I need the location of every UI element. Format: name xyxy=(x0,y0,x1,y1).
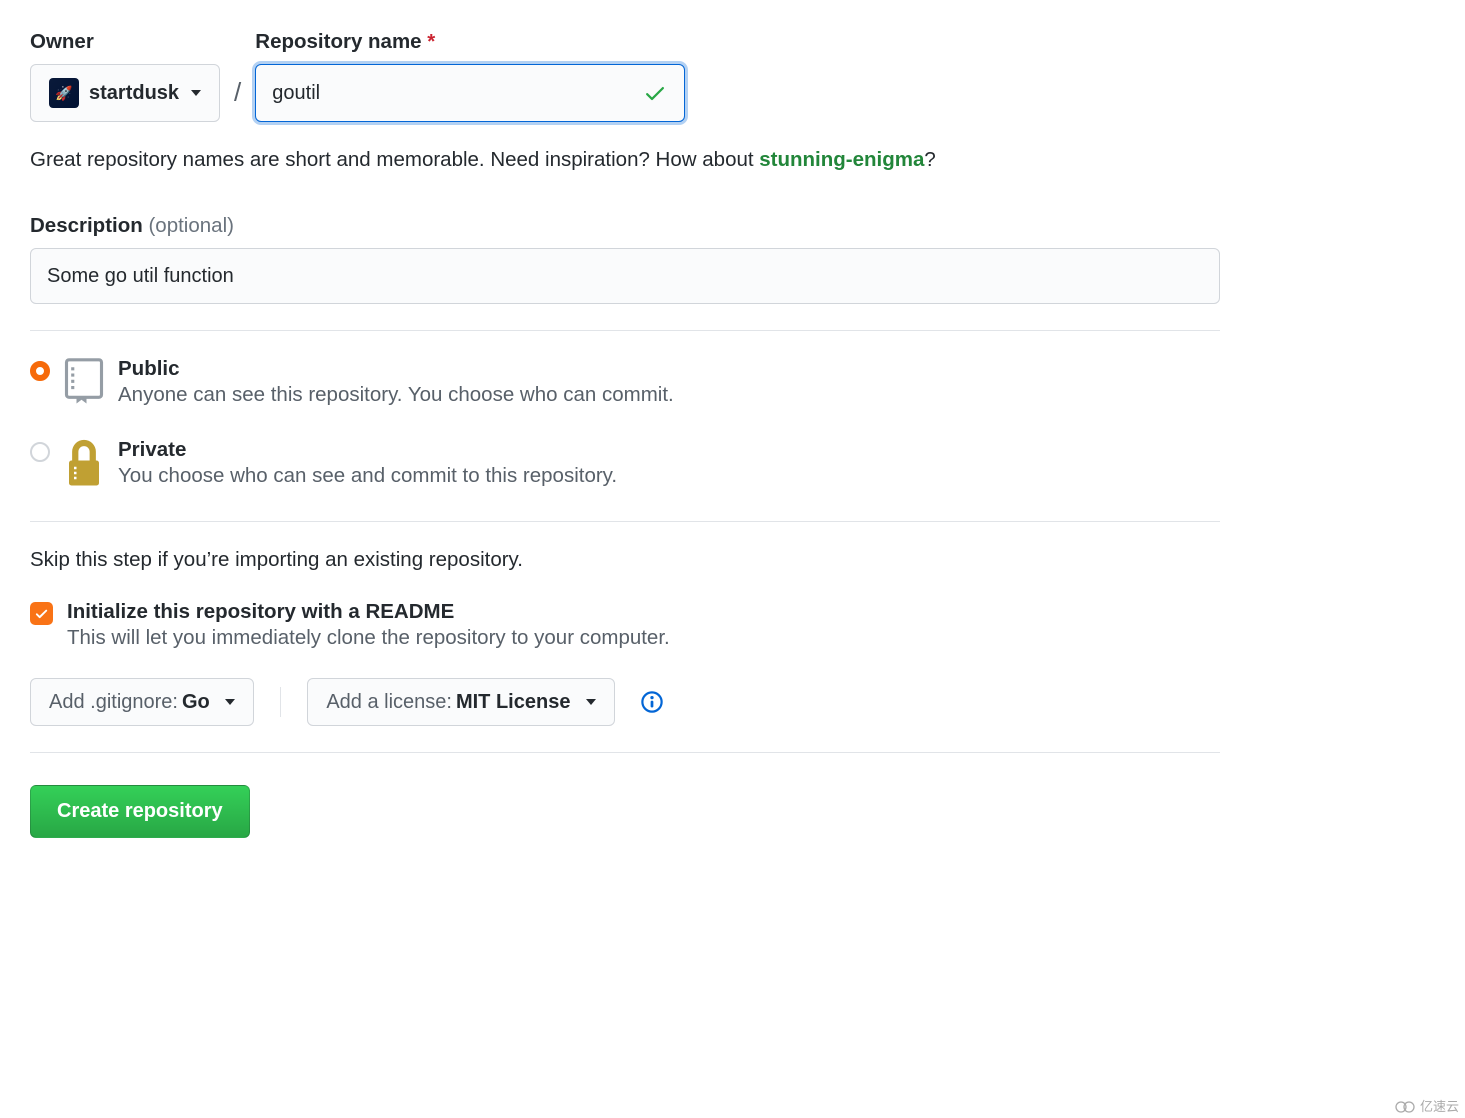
divider xyxy=(30,521,1220,522)
repo-name-label: Repository name * xyxy=(255,30,685,54)
visibility-public-option[interactable]: Public Anyone can see this repository. Y… xyxy=(30,357,1435,410)
divider xyxy=(30,330,1220,331)
init-readme-option[interactable]: Initialize this repository with a README… xyxy=(30,600,1435,650)
name-valid-check-icon xyxy=(643,81,667,105)
owner-avatar xyxy=(49,78,79,108)
readme-title: Initialize this repository with a README xyxy=(67,600,670,624)
repo-private-lock-icon xyxy=(64,438,104,493)
private-title: Private xyxy=(118,438,617,462)
private-desc: You choose who can see and commit to thi… xyxy=(118,464,617,488)
path-separator: / xyxy=(230,77,245,122)
readme-checkbox[interactable] xyxy=(30,602,53,625)
name-suggestion-link[interactable]: stunning-enigma xyxy=(759,148,924,171)
watermark: 亿速云 xyxy=(1395,1096,1459,1115)
description-label: Description (optional) xyxy=(30,214,1435,238)
skip-import-note: Skip this step if you’re importing an ex… xyxy=(30,548,1435,572)
caret-down-icon xyxy=(191,90,201,96)
divider xyxy=(30,752,1220,753)
owner-name: startdusk xyxy=(89,82,179,105)
visibility-private-option[interactable]: Private You choose who can see and commi… xyxy=(30,438,1435,493)
owner-select-button[interactable]: startdusk xyxy=(30,64,220,122)
create-repository-button[interactable]: Create repository xyxy=(30,785,250,838)
gitignore-select-button[interactable]: Add .gitignore: Go xyxy=(30,678,254,726)
vertical-divider xyxy=(280,687,281,717)
repo-public-icon xyxy=(64,357,104,410)
caret-down-icon xyxy=(225,699,235,705)
readme-desc: This will let you immediately clone the … xyxy=(67,626,670,650)
license-info-icon[interactable] xyxy=(641,691,663,713)
repo-name-input[interactable] xyxy=(255,64,685,122)
public-desc: Anyone can see this repository. You choo… xyxy=(118,383,674,407)
description-input[interactable] xyxy=(30,248,1220,304)
license-select-button[interactable]: Add a license: MIT License xyxy=(307,678,615,726)
caret-down-icon xyxy=(586,699,596,705)
public-radio[interactable] xyxy=(30,361,50,381)
watermark-logo-icon xyxy=(1395,1099,1417,1113)
public-title: Public xyxy=(118,357,674,381)
repo-name-hint: Great repository names are short and mem… xyxy=(30,148,1435,172)
private-radio[interactable] xyxy=(30,442,50,462)
owner-label: Owner xyxy=(30,30,220,54)
